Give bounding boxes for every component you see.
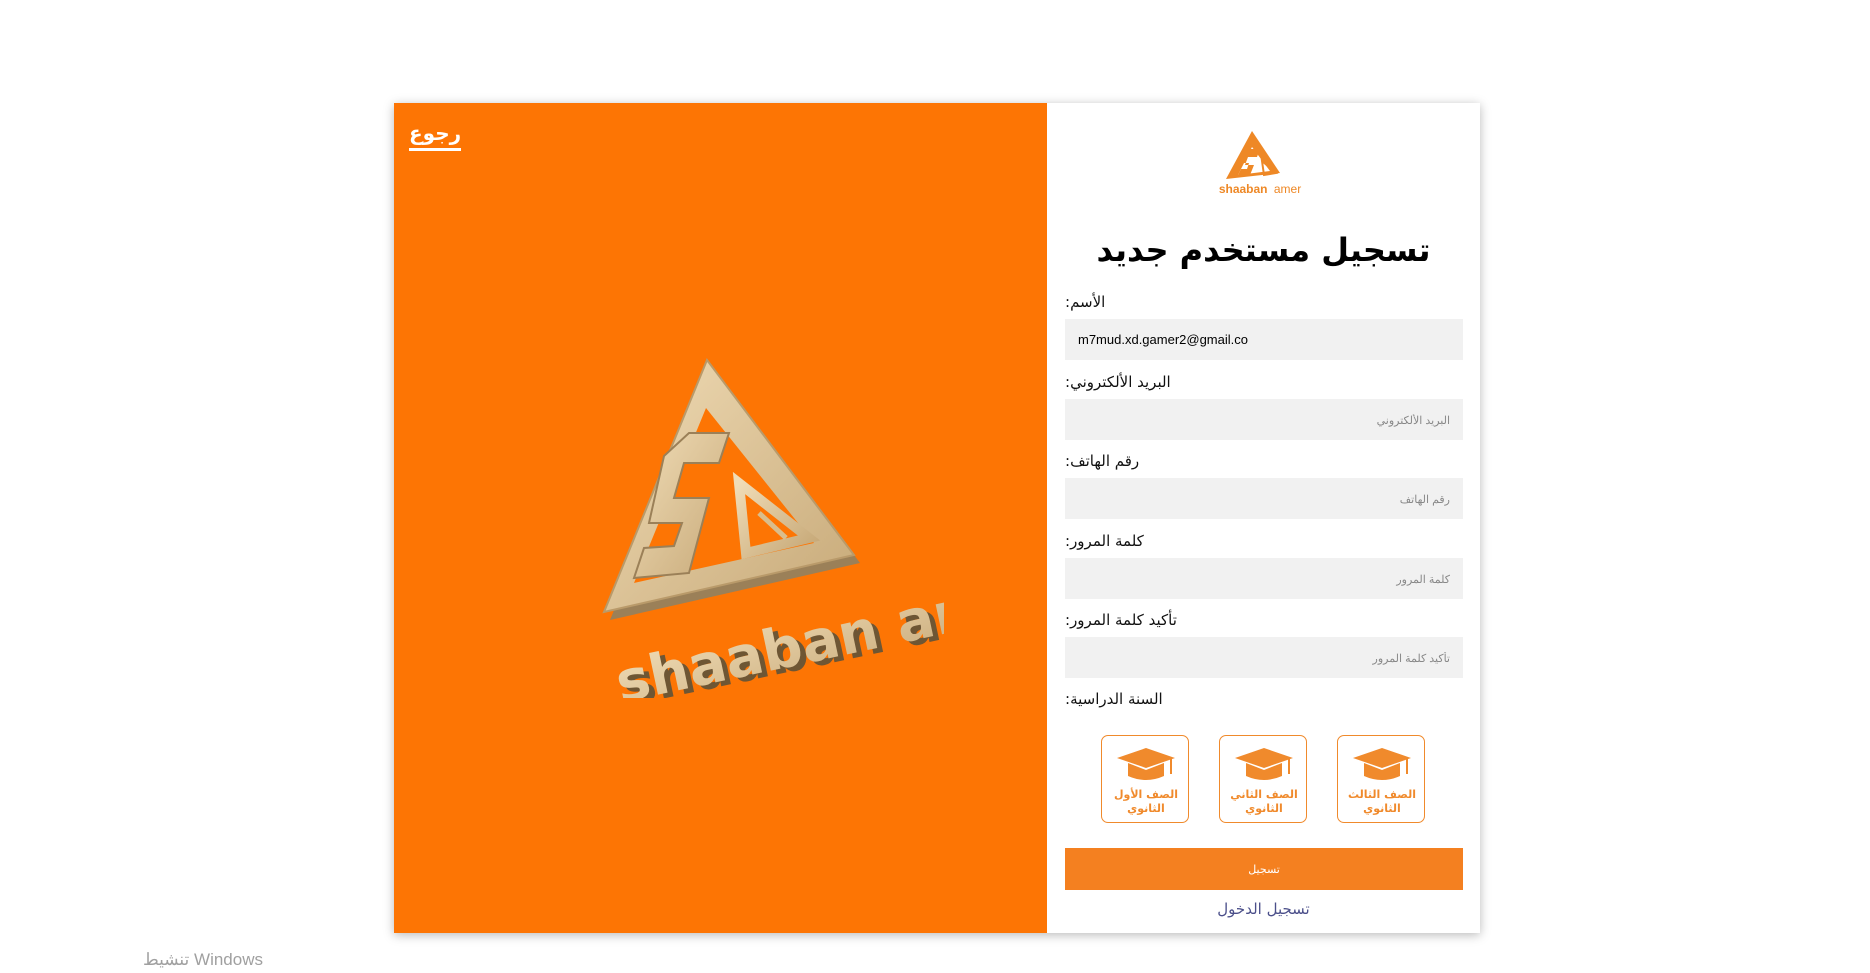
grade-option-first[interactable]: الصف الأول الثانوي bbox=[1101, 735, 1189, 823]
phone-label: :رقم الهاتف bbox=[1065, 452, 1140, 470]
brand-logo-small: shaaban amer bbox=[1219, 131, 1301, 196]
school-year-label: :السنة الدراسية bbox=[1065, 690, 1163, 708]
name-label: :الأسم bbox=[1065, 293, 1106, 311]
brand-logo-small-text-bold: shaaban bbox=[1219, 182, 1268, 196]
grade-second-line1: الصف الثاني bbox=[1230, 788, 1298, 801]
password-input[interactable] bbox=[1065, 558, 1463, 599]
grade-first-line1: الصف الأول bbox=[1113, 788, 1178, 801]
brand-logo-small-text: amer bbox=[1274, 182, 1301, 196]
login-link[interactable]: تسجيل الدخول bbox=[1047, 900, 1480, 918]
grade-second-line2: الثانوي bbox=[1245, 802, 1283, 815]
graduation-cap-icon bbox=[1117, 748, 1175, 780]
grade-first-line2: الثانوي bbox=[1127, 802, 1165, 815]
back-link[interactable]: رجوع bbox=[409, 121, 462, 151]
grade-third-line2: الثانوي bbox=[1363, 802, 1401, 815]
email-input[interactable] bbox=[1065, 399, 1463, 440]
confirm-password-input[interactable] bbox=[1065, 637, 1463, 678]
svg-text:shaaban amer: shaaban amer bbox=[1219, 182, 1301, 196]
graduation-cap-icon bbox=[1235, 748, 1293, 780]
grade-option-third-label: الصف الثالث الثانوي bbox=[1338, 788, 1426, 816]
name-input[interactable] bbox=[1065, 319, 1463, 360]
register-card: رجوع shaaban amer shaaban amer shaaban a… bbox=[394, 103, 1480, 933]
grade-option-second-label: الصف الثاني الثانوي bbox=[1220, 788, 1308, 816]
grade-third-line1: الصف الثالث bbox=[1348, 788, 1416, 801]
grade-option-second[interactable]: الصف الثاني الثانوي bbox=[1219, 735, 1307, 823]
windows-activation-watermark: تنشيط Windows bbox=[143, 950, 263, 969]
form-panel: shaaban amer تسجيل مستخدم جديد :الأسم :ا… bbox=[1047, 103, 1480, 933]
phone-input[interactable] bbox=[1065, 478, 1463, 519]
graduation-cap-icon bbox=[1353, 748, 1411, 780]
brand-logo-3d: shaaban amer shaaban amer bbox=[602, 357, 944, 698]
page-title: تسجيل مستخدم جديد bbox=[1096, 231, 1431, 269]
brand-panel: رجوع shaaban amer shaaban amer bbox=[394, 103, 1047, 933]
register-button[interactable]: تسجيل bbox=[1065, 848, 1463, 890]
password-label: :كلمة المرور bbox=[1065, 532, 1144, 550]
confirm-password-label: :تأكيد كلمة المرور bbox=[1065, 611, 1177, 629]
email-label: :البريد الألكتروني bbox=[1065, 373, 1171, 391]
grade-option-first-label: الصف الأول الثانوي bbox=[1102, 788, 1190, 816]
grade-option-third[interactable]: الصف الثالث الثانوي bbox=[1337, 735, 1425, 823]
